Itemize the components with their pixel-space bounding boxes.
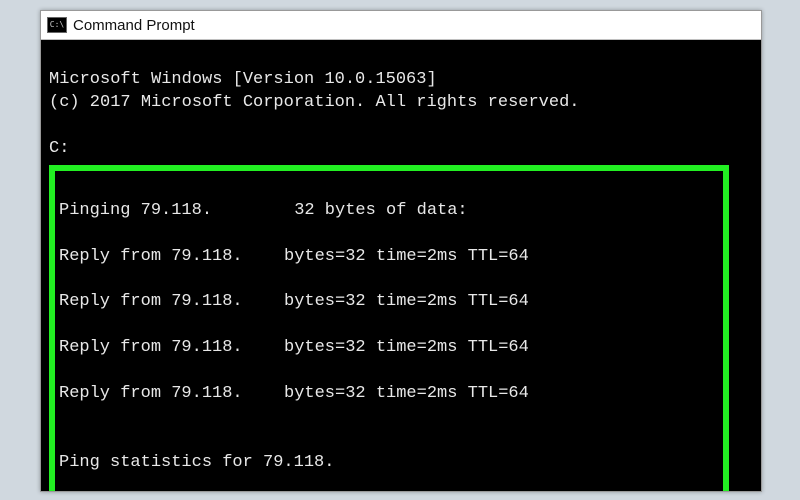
window-title: Command Prompt xyxy=(73,18,195,33)
reply-line: Reply from 79.118.bytes=32 time=2ms TTL=… xyxy=(59,383,719,406)
reply-detail: bytes=32 time=2ms TTL=64 xyxy=(284,247,529,266)
command-prompt-window: C:\ Command Prompt Microsoft Windows [Ve… xyxy=(40,10,762,492)
reply-detail: bytes=32 time=2ms TTL=64 xyxy=(284,384,529,403)
stats-heading: Ping statistics for 79.118. xyxy=(59,452,719,475)
ping-result-highlight: Pinging 79.118. 32 bytes of data: Reply … xyxy=(49,165,729,491)
reply-line: Reply from 79.118.bytes=32 time=2ms TTL=… xyxy=(59,246,719,269)
version-line: Microsoft Windows [Version 10.0.15063] xyxy=(49,70,437,89)
reply-line: Reply from 79.118.bytes=32 time=2ms TTL=… xyxy=(59,291,719,314)
reply-detail: bytes=32 time=2ms TTL=64 xyxy=(284,338,529,357)
terminal-output[interactable]: Microsoft Windows [Version 10.0.15063] (… xyxy=(41,40,761,491)
reply-from: Reply from 79.118. xyxy=(59,383,284,406)
reply-detail: bytes=32 time=2ms TTL=64 xyxy=(284,292,529,311)
prompt: C: xyxy=(49,139,69,158)
reply-from: Reply from 79.118. xyxy=(59,291,284,314)
copyright-line: (c) 2017 Microsoft Corporation. All righ… xyxy=(49,93,580,112)
reply-from: Reply from 79.118. xyxy=(59,337,284,360)
pinging-suffix: 32 bytes of data: xyxy=(294,201,467,220)
reply-line: Reply from 79.118.bytes=32 time=2ms TTL=… xyxy=(59,337,719,360)
cmd-icon: C:\ xyxy=(47,17,67,33)
pinging-prefix: Pinging 79.118. xyxy=(59,200,284,223)
titlebar[interactable]: C:\ Command Prompt xyxy=(41,11,761,40)
reply-from: Reply from 79.118. xyxy=(59,246,284,269)
pinging-line: Pinging 79.118. 32 bytes of data: xyxy=(59,200,719,223)
